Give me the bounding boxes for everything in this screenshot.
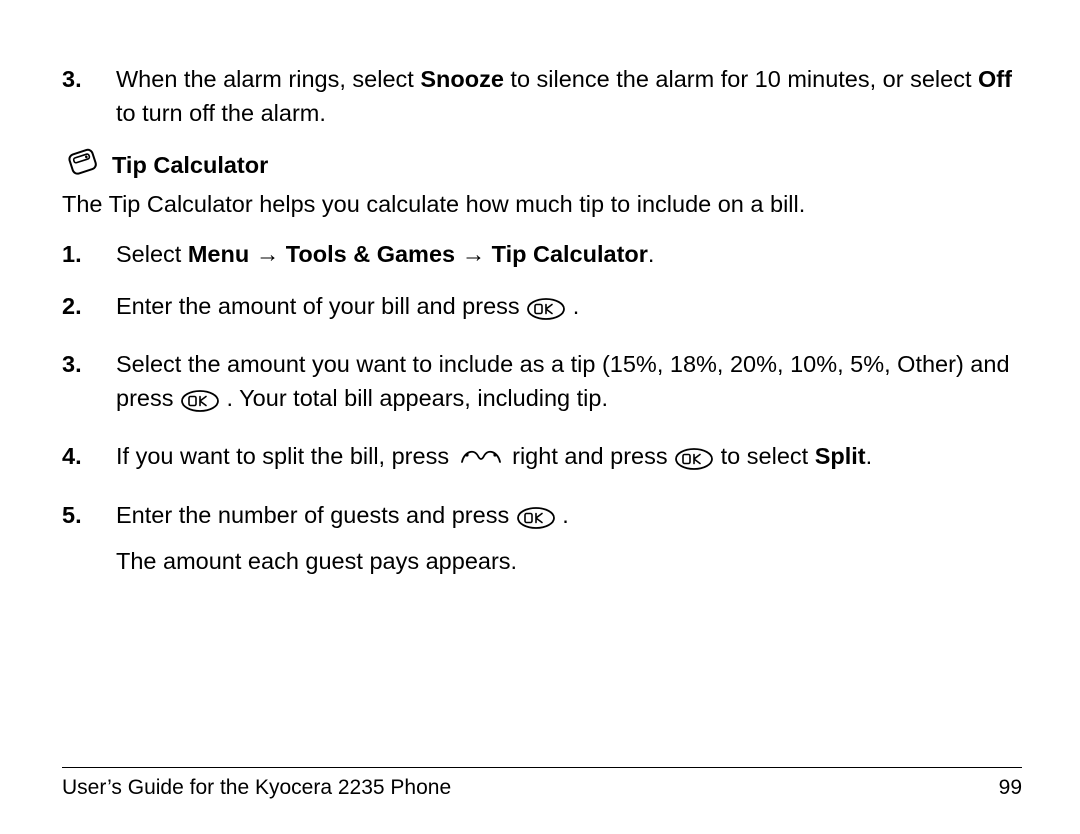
- section-heading: Tip Calculator: [62, 148, 1022, 183]
- text: Select: [116, 241, 188, 267]
- list-item: 4. If you want to split the bill, press …: [62, 439, 1022, 479]
- section-intro: The Tip Calculator helps you calculate h…: [62, 187, 1022, 221]
- document-page: 3. When the alarm rings, select Snooze t…: [0, 0, 1080, 834]
- nav-key-icon: [456, 444, 506, 479]
- item-number: 2.: [62, 289, 116, 329]
- bold-text: Off: [978, 66, 1012, 92]
- bold-text: Menu → Tools & Games → Tip Calculator: [188, 241, 648, 267]
- ok-button-icon: [526, 295, 566, 329]
- text: .: [648, 241, 655, 267]
- text: .: [566, 293, 579, 319]
- list-item: 1. Select Menu → Tools & Games → Tip Cal…: [62, 237, 1022, 271]
- calculator-icon: [62, 148, 102, 183]
- section-title: Tip Calculator: [112, 152, 268, 179]
- item-number: 1.: [62, 237, 116, 271]
- item-body: Select Menu → Tools & Games → Tip Calcul…: [116, 237, 1022, 271]
- ok-button-icon: [674, 445, 714, 479]
- footer-row: User’s Guide for the Kyocera 2235 Phone …: [62, 776, 1022, 800]
- item-body: If you want to split the bill, press rig…: [116, 439, 1022, 479]
- item-body: Select the amount you want to include as…: [116, 347, 1022, 421]
- item-number: 5.: [62, 498, 116, 578]
- text: If you want to split the bill, press: [116, 443, 456, 469]
- item-followup: The amount each guest pays appears.: [116, 544, 1022, 578]
- page-footer: User’s Guide for the Kyocera 2235 Phone …: [62, 767, 1022, 800]
- footer-title: User’s Guide for the Kyocera 2235 Phone: [62, 776, 451, 800]
- text: right and press: [506, 443, 675, 469]
- tip-calculator-steps: 1. Select Menu → Tools & Games → Tip Cal…: [62, 237, 1022, 577]
- text: Enter the number of guests and press: [116, 502, 516, 528]
- page-number: 99: [999, 776, 1022, 800]
- list-item: 3. Select the amount you want to include…: [62, 347, 1022, 421]
- item-number: 3.: [62, 62, 116, 130]
- alarm-steps-continued: 3. When the alarm rings, select Snooze t…: [62, 62, 1022, 130]
- item-number: 4.: [62, 439, 116, 479]
- text: to turn off the alarm.: [116, 100, 326, 126]
- ok-button-icon: [516, 504, 556, 538]
- list-item: 3. When the alarm rings, select Snooze t…: [62, 62, 1022, 130]
- bold-text: Snooze: [420, 66, 504, 92]
- list-item: 5. Enter the number of guests and press …: [62, 498, 1022, 578]
- text: Enter the amount of your bill and press: [116, 293, 526, 319]
- item-body: Enter the amount of your bill and press …: [116, 289, 1022, 329]
- item-number: 3.: [62, 347, 116, 421]
- item-body: Enter the number of guests and press . T…: [116, 498, 1022, 578]
- list-item: 2. Enter the amount of your bill and pre…: [62, 289, 1022, 329]
- text: When the alarm rings, select: [116, 66, 420, 92]
- text: .: [866, 443, 873, 469]
- text: .: [556, 502, 569, 528]
- footer-divider: [62, 767, 1022, 768]
- bold-text: Split: [815, 443, 866, 469]
- text: to silence the alarm for 10 minutes, or …: [504, 66, 978, 92]
- text: to select: [714, 443, 815, 469]
- item-body: When the alarm rings, select Snooze to s…: [116, 62, 1022, 130]
- text: . Your total bill appears, including tip…: [220, 385, 608, 411]
- ok-button-icon: [180, 387, 220, 421]
